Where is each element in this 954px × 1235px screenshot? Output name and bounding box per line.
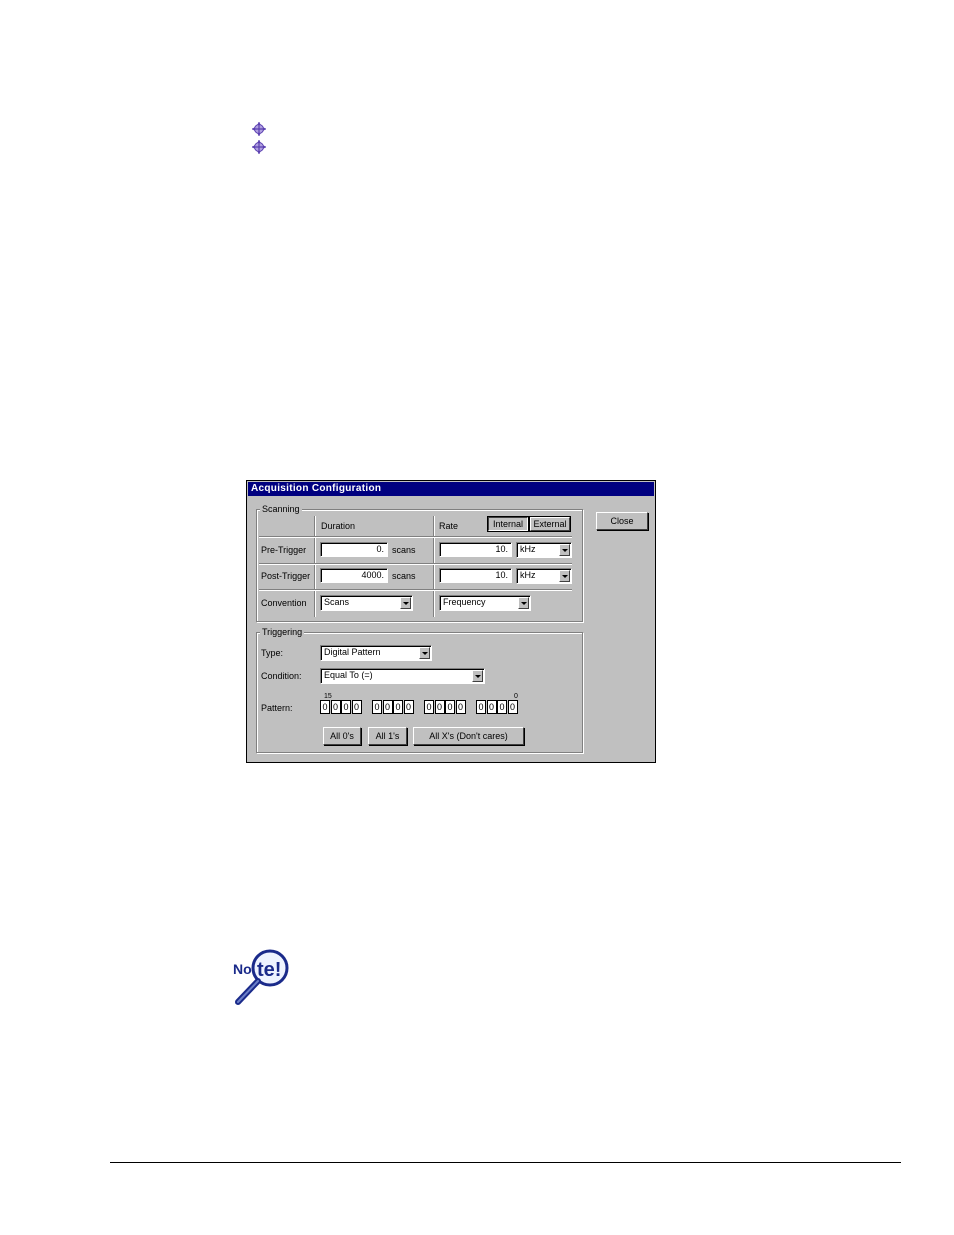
- clock-internal-toggle[interactable]: Internal: [487, 516, 529, 532]
- scanning-group-label: Scanning: [260, 504, 302, 514]
- grid-divider: [259, 563, 572, 565]
- post-trigger-unit: scans: [392, 571, 416, 581]
- convention-rate-select[interactable]: Frequency: [439, 595, 531, 611]
- pattern-bit-9[interactable]: 0: [393, 700, 403, 714]
- trigger-condition-value: Equal To (=): [324, 670, 373, 680]
- acquisition-configuration-dialog: Acquisition Configuration Close Scanning…: [246, 480, 656, 763]
- pre-trigger-label: Pre-Trigger: [261, 545, 307, 555]
- svg-text:No: No: [233, 961, 252, 977]
- grid-divider: [433, 516, 435, 617]
- footer-rule: [110, 1162, 901, 1163]
- post-trigger-duration-input[interactable]: 4000.: [320, 568, 388, 583]
- grid-divider: [314, 516, 316, 617]
- pre-trigger-unit: scans: [392, 545, 416, 555]
- type-label: Type:: [261, 648, 284, 658]
- pattern-bit-6[interactable]: 0: [434, 700, 445, 714]
- pattern-bit-7[interactable]: 0: [424, 700, 434, 714]
- grid-divider: [259, 589, 572, 591]
- pre-trigger-rate-unit-value: kHz: [520, 544, 536, 554]
- trigger-type-select[interactable]: Digital Pattern: [320, 645, 432, 661]
- pattern-bit-13[interactable]: 0: [341, 700, 351, 714]
- diamond-bullet-icon: [251, 121, 267, 137]
- pre-trigger-rate-input[interactable]: 10.: [439, 542, 512, 557]
- trigger-type-value: Digital Pattern: [324, 647, 381, 657]
- pattern-bit-2[interactable]: 0: [486, 700, 497, 714]
- pattern-bit-3[interactable]: 0: [476, 700, 486, 714]
- pattern-label: Pattern:: [261, 703, 293, 713]
- all-ones-button[interactable]: All 1's: [368, 727, 407, 745]
- all-dont-cares-button[interactable]: All X's (Don't cares): [413, 727, 524, 745]
- pattern-bit-11[interactable]: 0: [372, 700, 382, 714]
- all-zeros-button[interactable]: All 0's: [323, 727, 361, 745]
- clock-external-toggle[interactable]: External: [529, 516, 571, 532]
- note-magnifier-icon: No te!: [232, 948, 292, 1006]
- pattern-bit-14[interactable]: 0: [330, 700, 341, 714]
- chevron-down-icon[interactable]: [400, 597, 411, 609]
- convention-duration-value: Scans: [324, 597, 350, 607]
- pattern-bit-15[interactable]: 0: [320, 700, 330, 714]
- chevron-down-icon[interactable]: [559, 570, 570, 582]
- svg-text:te!: te!: [257, 959, 281, 981]
- grid-divider: [259, 536, 572, 538]
- pattern-bit-5[interactable]: 0: [445, 700, 455, 714]
- triggering-group-label: Triggering: [260, 627, 305, 637]
- chevron-down-icon[interactable]: [419, 647, 430, 659]
- pattern-bit-10[interactable]: 0: [382, 700, 393, 714]
- convention-label: Convention: [261, 598, 307, 608]
- convention-duration-select[interactable]: Scans: [320, 595, 413, 611]
- pre-trigger-rate-unit-select[interactable]: kHz: [516, 542, 572, 558]
- diamond-bullet-icon: [251, 139, 267, 155]
- post-trigger-label: Post-Trigger: [261, 571, 311, 581]
- duration-header: Duration: [321, 521, 356, 531]
- post-trigger-rate-input[interactable]: 10.: [439, 568, 512, 583]
- pattern-bit-8[interactable]: 0: [403, 700, 414, 714]
- trigger-condition-select[interactable]: Equal To (=): [320, 668, 485, 684]
- pattern-bit-12[interactable]: 0: [351, 700, 362, 714]
- pattern-bit-0[interactable]: 0: [507, 700, 518, 714]
- pre-trigger-duration-input[interactable]: 0.: [320, 542, 388, 557]
- post-trigger-rate-unit-value: kHz: [520, 570, 536, 580]
- close-button[interactable]: Close: [596, 512, 648, 530]
- pattern-bit-1[interactable]: 0: [497, 700, 507, 714]
- chevron-down-icon[interactable]: [559, 544, 570, 556]
- condition-label: Condition:: [261, 671, 302, 681]
- post-trigger-rate-unit-select[interactable]: kHz: [516, 568, 572, 584]
- convention-rate-value: Frequency: [443, 597, 486, 607]
- chevron-down-icon[interactable]: [518, 597, 529, 609]
- chevron-down-icon[interactable]: [472, 670, 483, 682]
- pattern-bit-4[interactable]: 0: [455, 700, 466, 714]
- rate-header: Rate: [439, 521, 459, 531]
- dialog-title-bar[interactable]: Acquisition Configuration: [248, 482, 654, 496]
